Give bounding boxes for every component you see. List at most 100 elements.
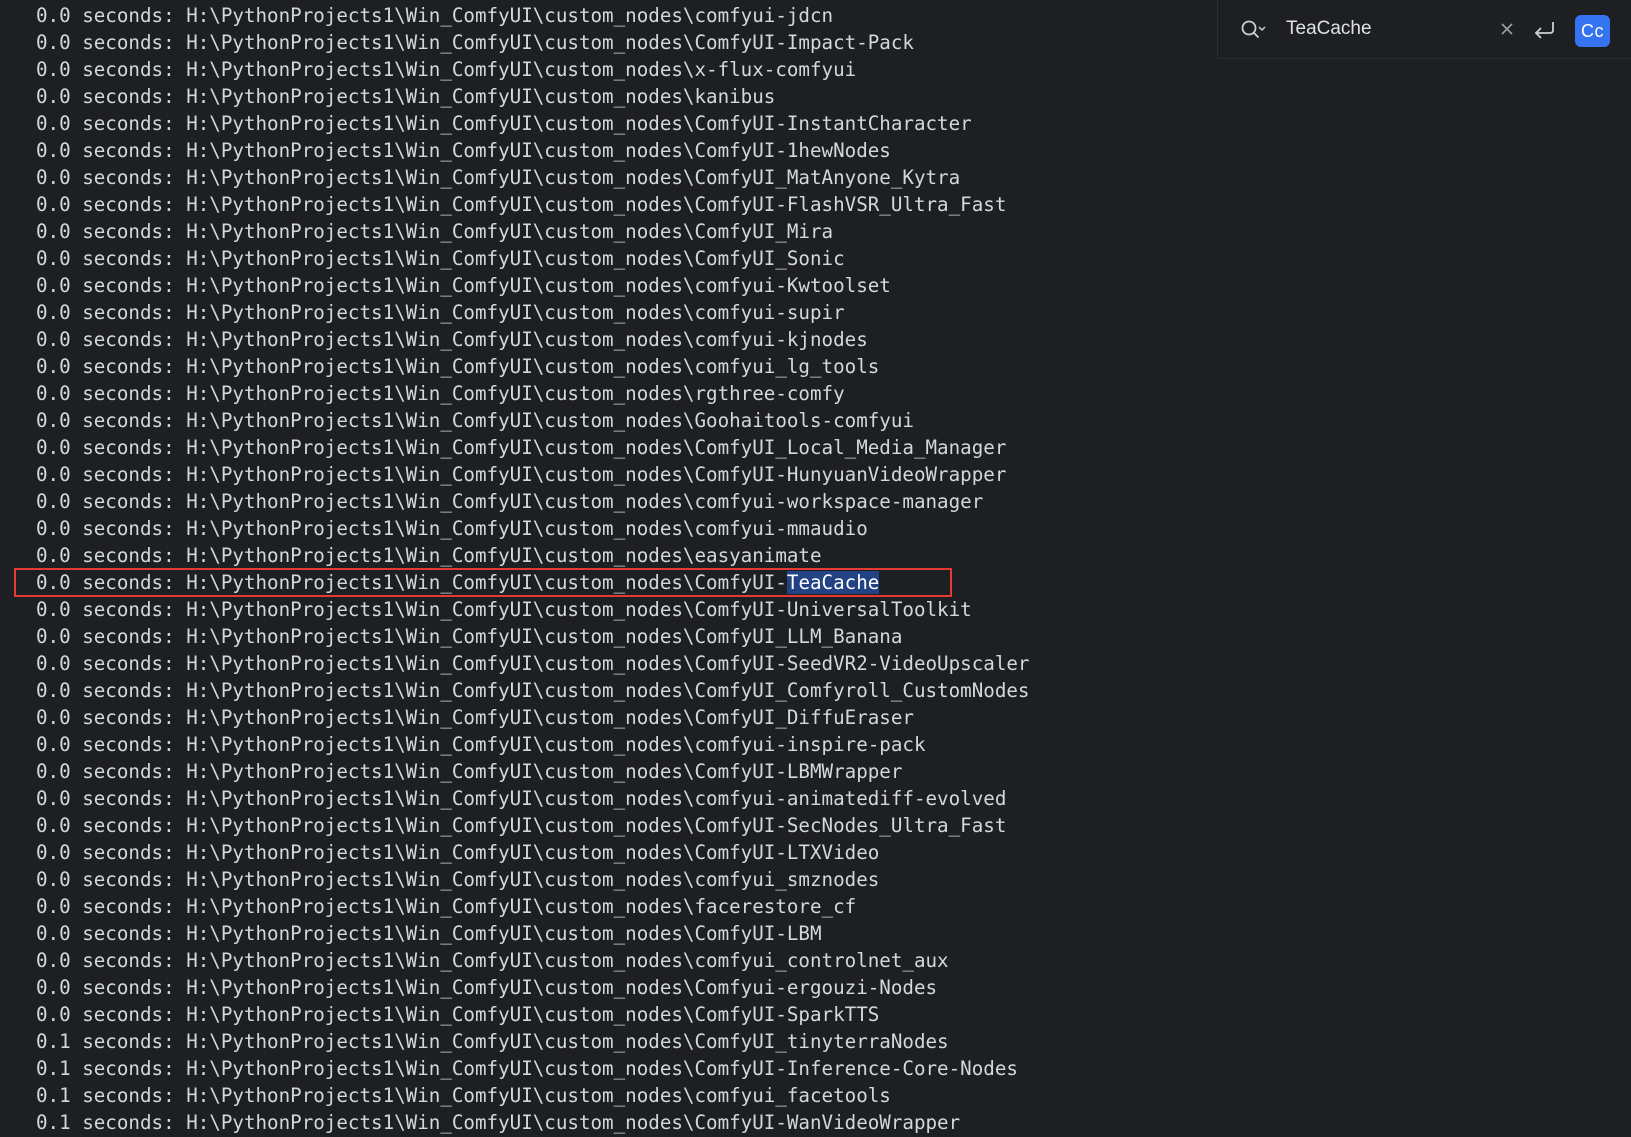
log-line: 0.0 seconds: H:\PythonProjects1\Win_Comf…	[36, 58, 857, 81]
node-path: H:\PythonProjects1\Win_ComfyUI\custom_no…	[186, 85, 776, 108]
load-time: 0.0	[36, 976, 71, 999]
load-time: 0.0	[36, 760, 71, 783]
node-path: H:\PythonProjects1\Win_ComfyUI\custom_no…	[186, 4, 834, 27]
log-line: 0.0 seconds: H:\PythonProjects1\Win_Comf…	[36, 652, 1030, 675]
node-path: H:\PythonProjects1\Win_ComfyUI\custom_no…	[186, 949, 949, 972]
load-time: 0.0	[36, 949, 71, 972]
log-line: 0.1 seconds: H:\PythonProjects1\Win_Comf…	[36, 1084, 891, 1107]
search-input[interactable]	[1286, 14, 1486, 44]
load-time: 0.0	[36, 895, 71, 918]
log-line: 0.0 seconds: H:\PythonProjects1\Win_Comf…	[36, 760, 903, 783]
load-time: 0.0	[36, 4, 71, 27]
load-time: 0.0	[36, 58, 71, 81]
log-line: 0.0 seconds: H:\PythonProjects1\Win_Comf…	[36, 355, 880, 378]
log-line: 0.0 seconds: H:\PythonProjects1\Win_Comf…	[36, 112, 972, 135]
load-time: 0.0	[36, 652, 71, 675]
log-line: 0.0 seconds: H:\PythonProjects1\Win_Comf…	[36, 328, 868, 351]
node-path: H:\PythonProjects1\Win_ComfyUI\custom_no…	[186, 625, 903, 648]
load-time: 0.0	[36, 544, 71, 567]
node-path: H:\PythonProjects1\Win_ComfyUI\custom_no…	[186, 922, 822, 945]
load-time: 0.0	[36, 706, 71, 729]
load-time: 0.1	[36, 1057, 71, 1080]
log-line: 0.0 seconds: H:\PythonProjects1\Win_Comf…	[36, 301, 845, 324]
log-line: 0.0 seconds: H:\PythonProjects1\Win_Comf…	[36, 976, 938, 999]
load-time: 0.0	[36, 571, 71, 594]
match-case-toggle[interactable]: Cc	[1575, 15, 1610, 47]
load-time: 0.0	[36, 220, 71, 243]
load-time: 0.0	[36, 868, 71, 891]
node-path: H:\PythonProjects1\Win_ComfyUI\custom_no…	[186, 166, 961, 189]
node-path: H:\PythonProjects1\Win_ComfyUI\custom_no…	[186, 31, 914, 54]
load-time: 0.1	[36, 1111, 71, 1134]
node-path: H:\PythonProjects1\Win_ComfyUI\custom_no…	[186, 193, 1007, 216]
load-time: 0.0	[36, 355, 71, 378]
log-line: 0.0 seconds: H:\PythonProjects1\Win_Comf…	[36, 247, 845, 270]
node-path: H:\PythonProjects1\Win_ComfyUI\custom_no…	[186, 706, 914, 729]
node-path: H:\PythonProjects1\Win_ComfyUI\custom_no…	[186, 328, 868, 351]
load-time: 0.0	[36, 247, 71, 270]
load-time: 0.0	[36, 733, 71, 756]
log-line: 0.0 seconds: H:\PythonProjects1\Win_Comf…	[36, 139, 891, 162]
log-line: 0.0 seconds: H:\PythonProjects1\Win_Comf…	[36, 382, 845, 405]
log-line: 0.0 seconds: H:\PythonProjects1\Win_Comf…	[36, 895, 857, 918]
node-path: H:\PythonProjects1\Win_ComfyUI\custom_no…	[186, 355, 880, 378]
search-history-icon[interactable]	[1240, 19, 1266, 41]
log-line: 0.0 seconds: H:\PythonProjects1\Win_Comf…	[36, 436, 1007, 459]
load-time: 0.0	[36, 814, 71, 837]
node-path: H:\PythonProjects1\Win_ComfyUI\custom_no…	[186, 220, 834, 243]
node-path: H:\PythonProjects1\Win_ComfyUI\custom_no…	[186, 868, 880, 891]
node-path: H:\PythonProjects1\Win_ComfyUI\custom_no…	[186, 976, 938, 999]
load-time: 0.0	[36, 787, 71, 810]
node-path: H:\PythonProjects1\Win_ComfyUI\custom_no…	[186, 382, 845, 405]
log-line: 0.0 seconds: H:\PythonProjects1\Win_Comf…	[36, 1003, 880, 1026]
load-time: 0.0	[36, 112, 71, 135]
node-path: H:\PythonProjects1\Win_ComfyUI\custom_no…	[186, 436, 1007, 459]
load-time: 0.0	[36, 490, 71, 513]
log-line: 0.0 seconds: H:\PythonProjects1\Win_Comf…	[36, 868, 880, 891]
newline-icon[interactable]	[1531, 18, 1559, 42]
log-line-current-match: 0.0 seconds: H:\PythonProjects1\Win_Comf…	[0, 568, 1631, 597]
node-path: H:\PythonProjects1\Win_ComfyUI\custom_no…	[186, 274, 891, 297]
node-path: H:\PythonProjects1\Win_ComfyUI\custom_no…	[186, 517, 868, 540]
load-time: 0.0	[36, 328, 71, 351]
load-time: 0.0	[36, 274, 71, 297]
load-time: 0.0	[36, 517, 71, 540]
load-time: 0.0	[36, 922, 71, 945]
load-time: 0.0	[36, 139, 71, 162]
load-time: 0.0	[36, 166, 71, 189]
node-path: H:\PythonProjects1\Win_ComfyUI\custom_no…	[186, 733, 926, 756]
node-path: H:\PythonProjects1\Win_ComfyUI\custom_no…	[186, 490, 984, 513]
log-line: 0.0 seconds: H:\PythonProjects1\Win_Comf…	[36, 274, 891, 297]
log-line: 0.0 seconds: H:\PythonProjects1\Win_Comf…	[36, 679, 1030, 702]
load-time: 0.0	[36, 85, 71, 108]
log-line: 0.0 seconds: H:\PythonProjects1\Win_Comf…	[36, 733, 926, 756]
node-path: H:\PythonProjects1\Win_ComfyUI\custom_no…	[186, 1084, 891, 1107]
log-line: 0.0 seconds: H:\PythonProjects1\Win_Comf…	[36, 220, 834, 243]
search-match-highlight: TeaCache	[786, 571, 880, 594]
load-time: 0.0	[36, 193, 71, 216]
log-line: 0.0 seconds: H:\PythonProjects1\Win_Comf…	[36, 409, 914, 432]
load-time: 0.0	[36, 463, 71, 486]
node-path: H:\PythonProjects1\Win_ComfyUI\custom_no…	[186, 814, 1007, 837]
log-line: 0.0 seconds: H:\PythonProjects1\Win_Comf…	[36, 706, 914, 729]
console-output[interactable]: 0.0 seconds: H:\PythonProjects1\Win_Comf…	[0, 2, 1631, 1137]
log-line: 0.0 seconds: H:\PythonProjects1\Win_Comf…	[36, 625, 903, 648]
node-path: H:\PythonProjects1\Win_ComfyUI\custom_no…	[186, 301, 845, 324]
node-path: H:\PythonProjects1\Win_ComfyUI\custom_no…	[186, 1030, 949, 1053]
load-time: 0.1	[36, 1084, 71, 1107]
node-path: H:\PythonProjects1\Win_ComfyUI\custom_no…	[186, 112, 972, 135]
log-line: 0.0 seconds: H:\PythonProjects1\Win_Comf…	[36, 841, 880, 864]
load-time: 0.0	[36, 409, 71, 432]
node-path: H:\PythonProjects1\Win_ComfyUI\custom_no…	[186, 463, 1007, 486]
load-time: 0.0	[36, 31, 71, 54]
close-icon[interactable]	[1498, 20, 1516, 38]
load-time: 0.0	[36, 1003, 71, 1026]
node-path: H:\PythonProjects1\Win_ComfyUI\custom_no…	[186, 787, 1007, 810]
log-line: 0.0 seconds: H:\PythonProjects1\Win_Comf…	[36, 598, 972, 621]
node-path: H:\PythonProjects1\Win_ComfyUI\custom_no…	[186, 679, 1030, 702]
node-path: H:\PythonProjects1\Win_ComfyUI\custom_no…	[186, 544, 822, 567]
find-bar: Cc	[1217, 0, 1631, 59]
load-time: 0.0	[36, 625, 71, 648]
load-time: 0.0	[36, 301, 71, 324]
load-time: 0.0	[36, 598, 71, 621]
